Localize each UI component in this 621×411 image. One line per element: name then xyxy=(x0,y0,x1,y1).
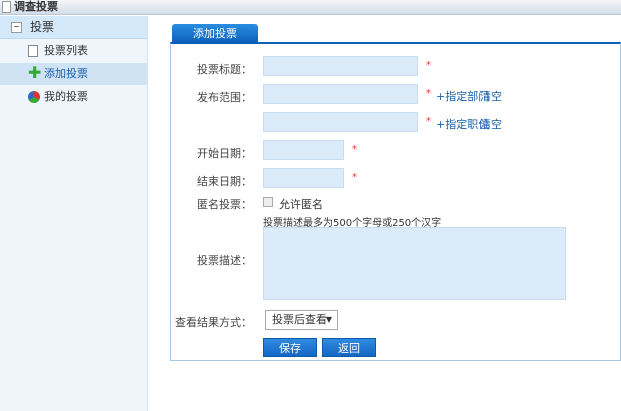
main-content: 添加投票 投票标题： * 发布范围： * +指定部门 清空 * +指定职位 清空… xyxy=(170,24,621,361)
position-input[interactable] xyxy=(263,112,418,132)
clear-position-link[interactable]: 清空 xyxy=(480,116,502,132)
sidebar-item-label: 我的投票 xyxy=(44,90,88,103)
sidebar-item-vote-list[interactable]: 投票列表 xyxy=(0,40,147,62)
document-icon xyxy=(2,1,11,13)
pie-icon xyxy=(28,91,40,103)
sidebar-item-label: 添加投票 xyxy=(44,67,88,80)
sidebar: − 投票 投票列表 ✚ 添加投票 我的投票 xyxy=(0,16,148,411)
window-title: 调查投票 xyxy=(14,0,58,13)
sidebar-item-label: 投票列表 xyxy=(44,44,88,57)
end-date-label: 结束日期： xyxy=(197,175,252,188)
title-label: 投票标题： xyxy=(197,63,252,76)
back-button[interactable]: 返回 xyxy=(322,338,376,357)
select-value: 投票后查看 xyxy=(272,313,327,326)
required-mark: * xyxy=(352,144,357,155)
required-mark: * xyxy=(426,60,431,71)
start-date-input[interactable] xyxy=(263,140,344,160)
anonymous-label: 匿名投票： xyxy=(197,198,252,211)
allow-anonymous-checkbox[interactable] xyxy=(263,197,273,207)
allow-anonymous-label[interactable]: 允许匿名 xyxy=(279,196,323,212)
required-mark: * xyxy=(426,88,431,99)
window-title-bar: 调查投票 xyxy=(0,0,621,15)
dropdown-arrow-icon: ▼ xyxy=(325,315,332,324)
clear-department-link[interactable]: 清空 xyxy=(480,88,502,104)
sidebar-group-vote[interactable]: − 投票 xyxy=(0,16,147,39)
sidebar-group-label: 投票 xyxy=(30,20,55,34)
tab-add-vote[interactable]: 添加投票 xyxy=(172,24,258,43)
end-date-input[interactable] xyxy=(263,168,344,188)
start-date-label: 开始日期： xyxy=(197,147,252,160)
sidebar-item-my-votes[interactable]: 我的投票 xyxy=(0,86,147,108)
document-icon xyxy=(28,45,38,57)
title-input[interactable] xyxy=(263,56,418,76)
required-mark: * xyxy=(352,172,357,183)
view-result-label: 查看结果方式： xyxy=(175,316,252,329)
collapse-icon[interactable]: − xyxy=(11,22,22,33)
range-label: 发布范围： xyxy=(197,91,252,104)
view-result-select[interactable]: 投票后查看 ▼ xyxy=(265,310,338,330)
description-label: 投票描述： xyxy=(197,254,252,267)
save-button[interactable]: 保存 xyxy=(263,338,317,357)
sidebar-item-add-vote[interactable]: ✚ 添加投票 xyxy=(0,63,147,85)
department-input[interactable] xyxy=(263,84,418,104)
description-textarea[interactable] xyxy=(263,227,566,300)
required-mark: * xyxy=(426,116,431,127)
plus-icon: ✚ xyxy=(28,63,42,82)
